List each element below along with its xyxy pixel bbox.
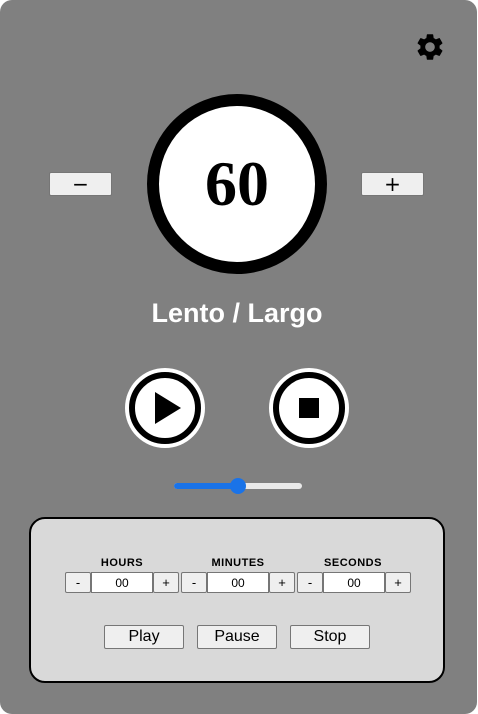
seconds-input[interactable] — [323, 572, 385, 593]
timer-play-button[interactable]: Play — [104, 625, 184, 649]
minutes-increment-button[interactable]: + — [269, 572, 295, 593]
settings-gear-icon[interactable] — [414, 31, 446, 63]
volume-slider[interactable] — [174, 476, 302, 496]
hours-decrement-button[interactable]: - — [65, 572, 91, 593]
tempo-marking: Lento / Largo — [151, 298, 323, 328]
stop-button[interactable] — [269, 368, 349, 448]
gear-icon — [417, 34, 443, 60]
play-icon — [129, 372, 201, 444]
minutes-decrement-button[interactable]: - — [181, 572, 207, 593]
metronome-app: − 60 + Lento / Largo HOURS - + MINUTES -… — [0, 0, 477, 714]
timer-panel: HOURS - + MINUTES - + SECONDS - + Play P… — [29, 517, 445, 683]
seconds-increment-button[interactable]: + — [385, 572, 411, 593]
tempo-dial: 60 — [147, 94, 327, 274]
timer-stop-button[interactable]: Stop — [290, 625, 370, 649]
hours-label: HOURS — [100, 557, 144, 569]
stop-icon — [273, 372, 345, 444]
minutes-label: MINUTES — [211, 557, 265, 569]
bpm-value: 60 — [205, 148, 269, 219]
hours-increment-button[interactable]: + — [153, 572, 179, 593]
slider-fill — [174, 483, 238, 489]
timer-pause-button[interactable]: Pause — [197, 625, 277, 649]
slider-thumb[interactable] — [230, 478, 246, 494]
seconds-decrement-button[interactable]: - — [297, 572, 323, 593]
hours-input[interactable] — [91, 572, 153, 593]
seconds-label: SECONDS — [324, 557, 382, 569]
increase-tempo-button[interactable]: + — [361, 172, 424, 196]
decrease-tempo-button[interactable]: − — [49, 172, 112, 196]
minutes-input[interactable] — [207, 572, 269, 593]
play-button[interactable] — [125, 368, 205, 448]
